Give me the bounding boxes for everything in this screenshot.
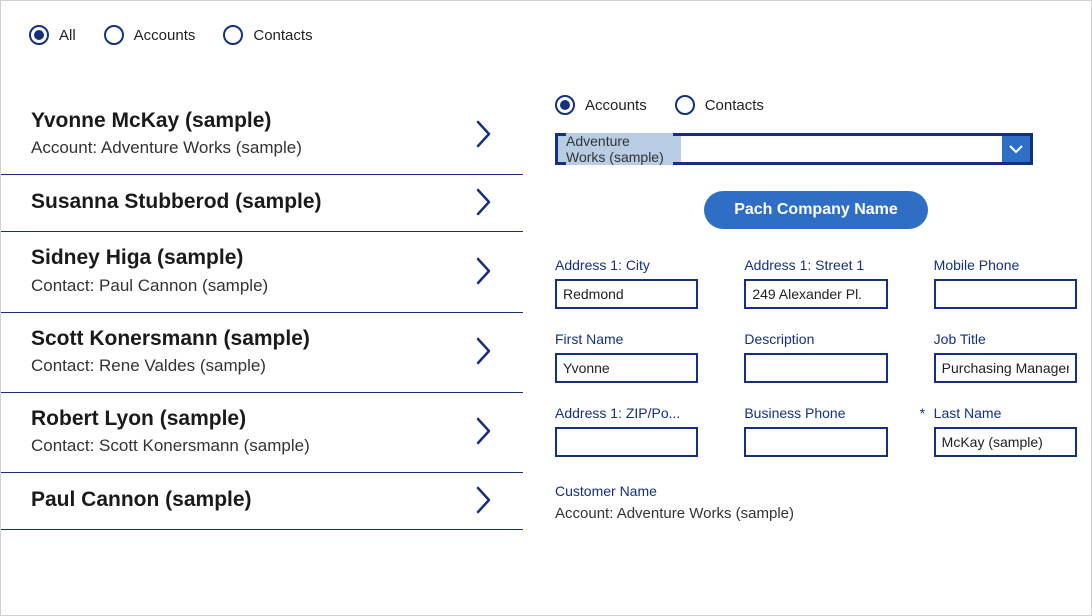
- list-item[interactable]: Robert Lyon (sample)Contact: Scott Koner…: [1, 393, 523, 473]
- customer-name-section: Customer Name Account: Adventure Works (…: [555, 483, 1077, 522]
- chevron-right-icon: [475, 256, 493, 286]
- list-item-sub: Contact: Scott Konersmann (sample): [31, 435, 475, 458]
- radio-label: Accounts: [585, 97, 647, 114]
- field-jobtitle: Job Title: [934, 331, 1077, 383]
- field-label: Address 1: Street 1: [744, 257, 887, 273]
- radio-label: Contacts: [253, 27, 312, 44]
- radio-icon: [104, 25, 124, 45]
- customer-name-label: Customer Name: [555, 483, 1077, 499]
- chevron-right-icon: [475, 336, 493, 366]
- radio-label: Accounts: [134, 27, 196, 44]
- field-label: Description: [744, 331, 887, 347]
- field-street1: Address 1: Street 1: [744, 257, 887, 309]
- list-item-sub: Account: Adventure Works (sample): [31, 137, 475, 160]
- list-item-name: Susanna Stubberod (sample): [31, 188, 475, 216]
- list-item-sub: Contact: Paul Cannon (sample): [31, 275, 475, 298]
- radio-icon: [675, 95, 695, 115]
- radio-icon: [223, 25, 243, 45]
- list-item-name: Sidney Higa (sample): [31, 244, 475, 272]
- lastname-input[interactable]: [934, 427, 1077, 457]
- field-description: Description: [744, 331, 887, 383]
- zip-input[interactable]: [555, 427, 698, 457]
- list-item-name: Scott Konersmann (sample): [31, 325, 475, 353]
- busphone-input[interactable]: [744, 427, 887, 457]
- detail-filter-bar: Accounts Contacts: [555, 95, 1077, 115]
- field-lastname: *Last Name: [934, 405, 1077, 457]
- action-row: Pach Company Name: [555, 191, 1077, 229]
- list-item-sub: Contact: Rene Valdes (sample): [31, 355, 475, 378]
- field-busphone: Business Phone: [744, 405, 887, 457]
- list-item-name: Robert Lyon (sample): [31, 405, 475, 433]
- radio-icon: [555, 95, 575, 115]
- radio-icon: [29, 25, 49, 45]
- field-label: Business Phone: [744, 405, 887, 421]
- top-filter-bar: All Accounts Contacts: [1, 1, 1091, 65]
- record-list[interactable]: Yvonne McKay (sample)Account: Adventure …: [1, 65, 523, 615]
- list-item[interactable]: Susanna Stubberod (sample): [1, 175, 523, 232]
- jobtitle-input[interactable]: [934, 353, 1077, 383]
- list-item-name: Yvonne McKay (sample): [31, 107, 475, 135]
- chevron-right-icon: [475, 119, 493, 149]
- list-item[interactable]: Paul Cannon (sample): [1, 473, 523, 530]
- radio-label: All: [59, 27, 76, 44]
- top-filter-contacts[interactable]: Contacts: [223, 25, 312, 45]
- chevron-right-icon: [475, 485, 493, 515]
- field-label: Address 1: ZIP/Po...: [555, 405, 698, 421]
- city-input[interactable]: [555, 279, 698, 309]
- content-area: Yvonne McKay (sample)Account: Adventure …: [1, 65, 1091, 615]
- list-item[interactable]: Yvonne McKay (sample)Account: Adventure …: [1, 95, 523, 175]
- field-label: Mobile Phone: [934, 257, 1077, 273]
- field-city: Address 1: City: [555, 257, 698, 309]
- list-item-name: Paul Cannon (sample): [31, 486, 475, 514]
- top-filter-all[interactable]: All: [29, 25, 76, 45]
- detail-pane: Accounts Contacts Adventure Works (sample…: [523, 65, 1091, 615]
- field-label: Job Title: [934, 331, 1077, 347]
- field-label: Last Name: [934, 405, 1077, 421]
- detail-filter-accounts[interactable]: Accounts: [555, 95, 647, 115]
- chevron-down-icon[interactable]: [1002, 136, 1030, 162]
- field-zip: Address 1: ZIP/Po...: [555, 405, 698, 457]
- field-firstname: First Name: [555, 331, 698, 383]
- account-select[interactable]: Adventure Works (sample): [555, 133, 1033, 165]
- field-mobile: Mobile Phone: [934, 257, 1077, 309]
- list-item[interactable]: Scott Konersmann (sample)Contact: Rene V…: [1, 313, 523, 393]
- chevron-right-icon: [475, 187, 493, 217]
- street1-input[interactable]: [744, 279, 887, 309]
- description-input[interactable]: [744, 353, 887, 383]
- mobile-input[interactable]: [934, 279, 1077, 309]
- detail-filter-contacts[interactable]: Contacts: [675, 95, 764, 115]
- account-select-value: Adventure Works (sample): [558, 136, 681, 162]
- pach-company-name-button[interactable]: Pach Company Name: [704, 191, 928, 229]
- field-label: First Name: [555, 331, 698, 347]
- list-item[interactable]: Sidney Higa (sample) Contact: Paul Cannon…: [1, 232, 523, 312]
- firstname-input[interactable]: [555, 353, 698, 383]
- chevron-right-icon: [475, 416, 493, 446]
- field-label: Address 1: City: [555, 257, 698, 273]
- customer-name-value: Account: Adventure Works (sample): [555, 505, 1077, 522]
- radio-label: Contacts: [705, 97, 764, 114]
- top-filter-accounts[interactable]: Accounts: [104, 25, 196, 45]
- required-star-icon: *: [920, 405, 925, 421]
- fields-grid: Address 1: City Address 1: Street 1 Mobile…: [555, 257, 1077, 457]
- app-frame: All Accounts Contacts Yvonne McKay (sample…: [0, 0, 1092, 616]
